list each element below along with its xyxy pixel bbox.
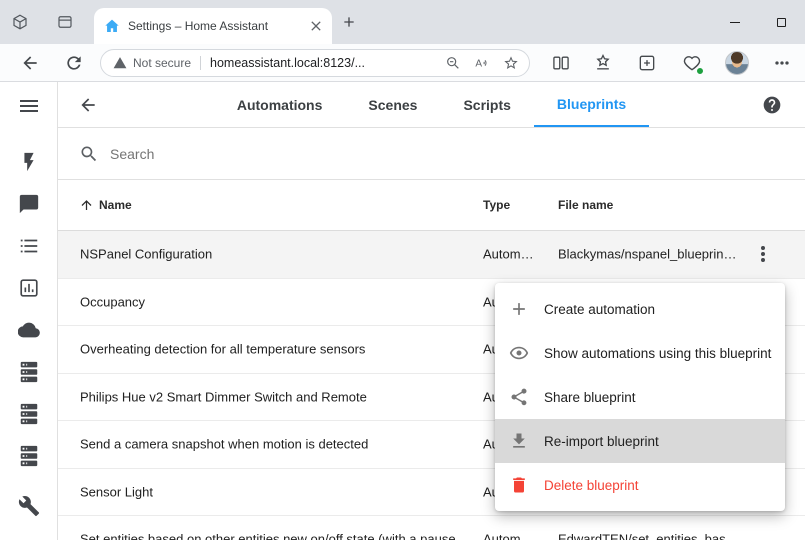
- settings-menu-icon[interactable]: [772, 53, 792, 73]
- ha-search-row: [58, 128, 805, 180]
- energy-icon[interactable]: [18, 151, 40, 173]
- tab-label: Automations: [237, 97, 323, 113]
- wrench-icon[interactable]: [18, 495, 40, 517]
- security-label[interactable]: Not secure: [133, 56, 191, 70]
- help-icon[interactable]: [762, 95, 782, 115]
- ha-topbar: Automations Scenes Scripts Blueprints: [58, 82, 805, 128]
- tab-scripts[interactable]: Scripts: [440, 82, 533, 127]
- row-name: Occupancy: [80, 294, 145, 309]
- zoom-out-icon[interactable]: [445, 55, 461, 71]
- search-input[interactable]: [110, 146, 510, 162]
- tab-title: Settings – Home Assistant: [128, 19, 308, 33]
- history-chart-icon[interactable]: [18, 277, 40, 299]
- ha-sidebar: [0, 82, 58, 540]
- column-header-name[interactable]: Name: [99, 198, 132, 212]
- favorites-hub-icon[interactable]: [593, 53, 613, 73]
- menu-item-show-automations[interactable]: Show automations using this blueprint: [495, 331, 785, 375]
- row-name: Overheating detection for all temperatur…: [80, 342, 365, 357]
- server-icon[interactable]: [18, 445, 40, 467]
- browser-window: Settings – Home Assistant Not secure hom…: [0, 0, 805, 540]
- browser-tab[interactable]: Settings – Home Assistant: [94, 8, 332, 44]
- svg-text:A: A: [475, 58, 482, 69]
- new-tab-button[interactable]: [341, 14, 357, 30]
- tab-label: Blueprints: [557, 96, 626, 112]
- tab-blueprints[interactable]: Blueprints: [534, 82, 649, 127]
- row-name: Send a camera snapshot when motion is de…: [80, 437, 368, 452]
- menu-item-label: Create automation: [544, 302, 655, 317]
- row-name: NSPanel Configuration: [80, 247, 212, 262]
- row-name: Sensor Light: [80, 484, 153, 499]
- tab-label: Scenes: [368, 97, 417, 113]
- column-header-type[interactable]: Type: [483, 198, 510, 212]
- minimize-button[interactable]: [712, 0, 758, 44]
- browser-titlebar: Settings – Home Assistant: [0, 0, 805, 44]
- row-type: Autom…: [483, 247, 534, 262]
- favorite-star-icon[interactable]: [503, 55, 519, 71]
- url-text[interactable]: homeassistant.local:8123/...: [210, 56, 365, 70]
- ha-back-icon[interactable]: [78, 95, 98, 115]
- row-name: Philips Hue v2 Smart Dimmer Switch and R…: [80, 389, 367, 404]
- browser-essentials-icon[interactable]: [682, 53, 702, 73]
- address-bar[interactable]: Not secure homeassistant.local:8123/... …: [100, 49, 530, 77]
- home-assistant-favicon: [104, 18, 120, 34]
- address-divider: [200, 56, 201, 70]
- tab-actions-icon[interactable]: [56, 13, 74, 31]
- eye-icon: [509, 343, 529, 363]
- tab-scenes[interactable]: Scenes: [345, 82, 440, 127]
- table-header: Name Type File name: [58, 180, 805, 231]
- server-icon[interactable]: [18, 403, 40, 425]
- collections-icon[interactable]: [637, 53, 657, 73]
- trash-icon: [509, 475, 529, 495]
- table-row[interactable]: Set entities based on other entities new…: [58, 516, 805, 540]
- todo-list-icon[interactable]: [18, 235, 40, 257]
- browser-navbar: Not secure homeassistant.local:8123/... …: [0, 44, 805, 82]
- menu-item-delete-blueprint[interactable]: Delete blueprint: [495, 463, 785, 507]
- table-row[interactable]: NSPanel Configuration Autom… Blackymas/n…: [58, 231, 805, 279]
- cloud-icon[interactable]: [18, 319, 40, 341]
- tab-label: Scripts: [463, 97, 510, 113]
- tab-close-icon[interactable]: [308, 18, 324, 34]
- menu-item-label: Share blueprint: [544, 390, 636, 405]
- menu-item-share-blueprint[interactable]: Share blueprint: [495, 375, 785, 419]
- tab-automations[interactable]: Automations: [214, 82, 346, 127]
- row-type: Autom: [483, 532, 521, 540]
- row-overflow-menu-icon[interactable]: [751, 242, 775, 266]
- workspaces-icon[interactable]: [11, 13, 29, 31]
- read-aloud-icon[interactable]: A: [474, 55, 490, 71]
- server-icon[interactable]: [18, 361, 40, 383]
- column-header-file-name[interactable]: File name: [558, 198, 613, 212]
- notification-badge: [696, 67, 704, 75]
- menu-item-create-automation[interactable]: Create automation: [495, 287, 785, 331]
- split-screen-icon[interactable]: [551, 53, 571, 73]
- menu-item-label: Delete blueprint: [544, 478, 639, 493]
- menu-item-label: Re-import blueprint: [544, 434, 659, 449]
- back-icon[interactable]: [20, 53, 40, 73]
- sort-ascending-icon[interactable]: [79, 198, 94, 213]
- profile-avatar[interactable]: [725, 51, 749, 75]
- download-icon: [509, 431, 529, 451]
- share-icon: [509, 387, 529, 407]
- maximize-button[interactable]: [758, 0, 804, 44]
- developer-tools-icon[interactable]: [18, 193, 40, 215]
- row-file: Blackymas/nspanel_blueprin…: [558, 247, 736, 262]
- blueprint-context-menu: Create automation Show automations using…: [495, 283, 785, 511]
- search-icon: [79, 144, 99, 164]
- menu-item-label: Show automations using this blueprint: [544, 346, 771, 361]
- menu-icon[interactable]: [17, 94, 41, 118]
- refresh-icon[interactable]: [64, 53, 84, 73]
- menu-item-reimport-blueprint[interactable]: Re-import blueprint: [495, 419, 785, 463]
- ha-tabs: Automations Scenes Scripts Blueprints: [118, 82, 745, 127]
- row-name: Set entities based on other entities new…: [80, 532, 478, 540]
- not-secure-warning-icon: [113, 56, 127, 70]
- plus-icon: [509, 299, 529, 319]
- row-file: EdwardTEN/set_entities_bas…: [558, 532, 739, 540]
